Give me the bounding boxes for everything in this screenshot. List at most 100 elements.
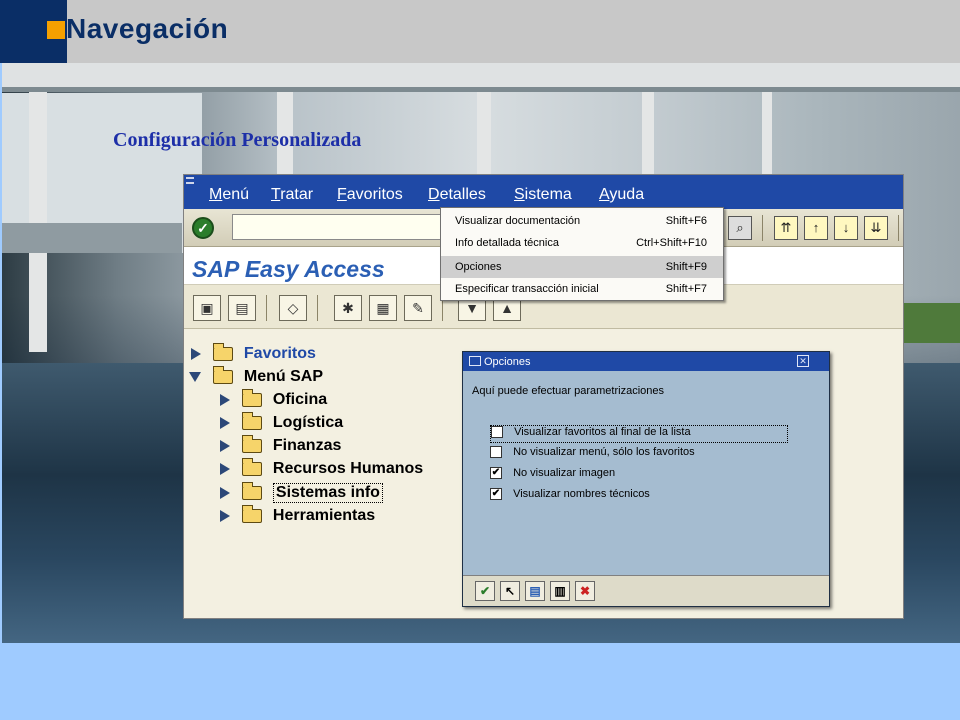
screen-title: SAP Easy Access (192, 256, 385, 282)
tree-node-sistemas-info[interactable]: Sistemas info (220, 482, 383, 505)
folder-icon (242, 505, 263, 523)
header-accent-square (47, 21, 65, 39)
previous-page-icon[interactable]: ↑ (804, 216, 828, 240)
tree-node-label[interactable]: Oficina (273, 391, 327, 409)
folder-icon (242, 389, 263, 407)
menu-item-label: Opciones (455, 261, 502, 273)
tree-node-label[interactable]: Sistemas info (272, 483, 383, 503)
menu-item-especificar-transaccion[interactable]: Especificar transacción inicial Shift+F7 (441, 278, 723, 300)
dialog-title: Opciones (484, 356, 531, 368)
tree-node-label[interactable]: Herramientas (273, 507, 375, 525)
other-menu-icon[interactable]: ▣ (193, 295, 221, 321)
tree-node-label[interactable]: Recursos Humanos (273, 460, 423, 478)
toolbar-separator (266, 295, 267, 321)
checkbox-unchecked[interactable] (490, 446, 502, 459)
section-subtitle: Configuración Personalizada (113, 129, 362, 151)
toolbar-separator (898, 215, 899, 241)
dialog-intro-text: Aquí puede efectuar parametrizaciones (472, 385, 665, 397)
menu-detalles[interactable]: Detalles (428, 186, 486, 204)
document-icon[interactable]: ▤ (525, 581, 545, 601)
option-nombres-tecnicos[interactable]: ✔ Visualizar nombres técnicos (490, 488, 650, 506)
tree-node-menu-sap[interactable]: Menú SAP (189, 366, 323, 390)
slide-title: Navegación (66, 13, 229, 44)
tree-node-favoritos[interactable]: Favoritos (191, 343, 316, 367)
tree-node-finanzas[interactable]: Finanzas (220, 435, 341, 459)
tree-node-oficina[interactable]: Oficina (220, 389, 327, 413)
command-field[interactable] (232, 214, 447, 240)
pillar (29, 92, 47, 352)
menu-item-shortcut: Shift+F7 (665, 283, 707, 295)
expand-triangle-icon[interactable] (220, 440, 230, 452)
tree-node-logistica[interactable]: Logística (220, 412, 343, 436)
select-cursor-icon[interactable]: ↖ (500, 581, 520, 601)
edit-pencil-icon[interactable]: ✎ (404, 295, 432, 321)
expand-triangle-icon[interactable] (220, 463, 230, 475)
option-label: Visualizar favoritos al final de la list… (514, 426, 691, 439)
option-favoritos-final[interactable]: Visualizar favoritos al final de la list… (490, 425, 788, 443)
option-no-visualizar-menu[interactable]: No visualizar menú, sólo los favoritos (490, 446, 695, 464)
menu-item-shortcut: Shift+F9 (665, 261, 707, 273)
checkbox-checked[interactable]: ✔ (490, 488, 502, 501)
open-folder-icon (213, 366, 234, 384)
menu-favoritos[interactable]: Favoritos (337, 186, 403, 204)
tree-node-label[interactable]: Finanzas (273, 437, 341, 455)
add-favorite-icon[interactable]: ▤ (228, 295, 256, 321)
menu-bar: Menú Tratar Favoritos Detalles Sistema A… (184, 175, 903, 209)
menu-item-visualizar-documentacion[interactable]: Visualizar documentación Shift+F6 (441, 210, 723, 232)
window-menu-icon[interactable] (186, 177, 194, 184)
assign-users-icon[interactable]: ▦ (369, 295, 397, 321)
menu-menu[interactable]: Menú (209, 186, 249, 204)
menu-item-label: Info detallada técnica (455, 237, 559, 249)
expand-triangle-icon[interactable] (191, 348, 201, 360)
toolbar-separator (762, 215, 763, 241)
confirm-check-icon[interactable]: ✔ (475, 581, 495, 601)
folder-icon (242, 458, 263, 476)
railing (2, 223, 182, 253)
first-page-icon[interactable]: ⇈ (774, 216, 798, 240)
menu-item-info-detallada[interactable]: Info detallada técnica Ctrl+Shift+F10 (441, 232, 723, 254)
cancel-x-icon[interactable]: ✖ (575, 581, 595, 601)
expand-triangle-icon[interactable] (220, 487, 230, 499)
tree-node-label[interactable]: Favoritos (244, 345, 316, 363)
menu-tratar[interactable]: Tratar (271, 186, 313, 204)
next-page-icon[interactable]: ↓ (834, 216, 858, 240)
checkbox-unchecked[interactable] (491, 426, 503, 439)
option-no-visualizar-imagen[interactable]: ✔ No visualizar imagen (490, 467, 615, 485)
create-role-icon[interactable]: ✱ (334, 295, 362, 321)
find-icon[interactable]: ⌕ (728, 216, 752, 240)
expand-triangle-icon[interactable] (220, 510, 230, 522)
opciones-dialog: Opciones ✕ Aquí puede efectuar parametri… (462, 351, 830, 607)
option-label: No visualizar menú, sólo los favoritos (513, 446, 695, 459)
menu-item-shortcut: Ctrl+Shift+F10 (636, 237, 707, 249)
menu-item-shortcut: Shift+F6 (665, 215, 707, 227)
menu-ayuda[interactable]: Ayuda (599, 186, 644, 204)
dialog-title-bar[interactable]: Opciones ✕ (463, 352, 829, 371)
grass (902, 303, 960, 343)
tree-node-label[interactable]: Menú SAP (244, 368, 323, 386)
folder-icon (242, 412, 263, 430)
collapse-triangle-icon[interactable] (189, 372, 201, 382)
menu-item-label: Especificar transacción inicial (455, 283, 599, 295)
close-icon[interactable]: ✕ (797, 355, 809, 367)
tree-node-label[interactable]: Logística (273, 414, 343, 432)
expand-triangle-icon[interactable] (220, 394, 230, 406)
dialog-button-bar: ✔ ↖ ▤ ▥ ✖ (463, 575, 829, 606)
folder-icon (242, 482, 263, 500)
user-menu-icon[interactable]: ◇ (279, 295, 307, 321)
menu-item-opciones[interactable]: Opciones Shift+F9 (441, 256, 723, 278)
slide-header: Navegación (0, 0, 960, 63)
checkbox-checked[interactable]: ✔ (490, 467, 502, 480)
last-page-icon[interactable]: ⇊ (864, 216, 888, 240)
folder-icon (213, 343, 234, 361)
detalles-dropdown-menu: Visualizar documentación Shift+F6 Info d… (440, 207, 724, 301)
document-edit-icon[interactable]: ▥ (550, 581, 570, 601)
toolbar-separator (317, 295, 318, 321)
tree-node-recursos-humanos[interactable]: Recursos Humanos (220, 458, 423, 482)
enter-check-icon[interactable]: ✓ (192, 217, 214, 239)
dialog-window-icon (469, 356, 481, 366)
option-label: Visualizar nombres técnicos (513, 488, 650, 501)
tree-node-herramientas[interactable]: Herramientas (220, 505, 375, 529)
option-label: No visualizar imagen (513, 467, 616, 480)
menu-sistema[interactable]: Sistema (514, 186, 572, 204)
expand-triangle-icon[interactable] (220, 417, 230, 429)
